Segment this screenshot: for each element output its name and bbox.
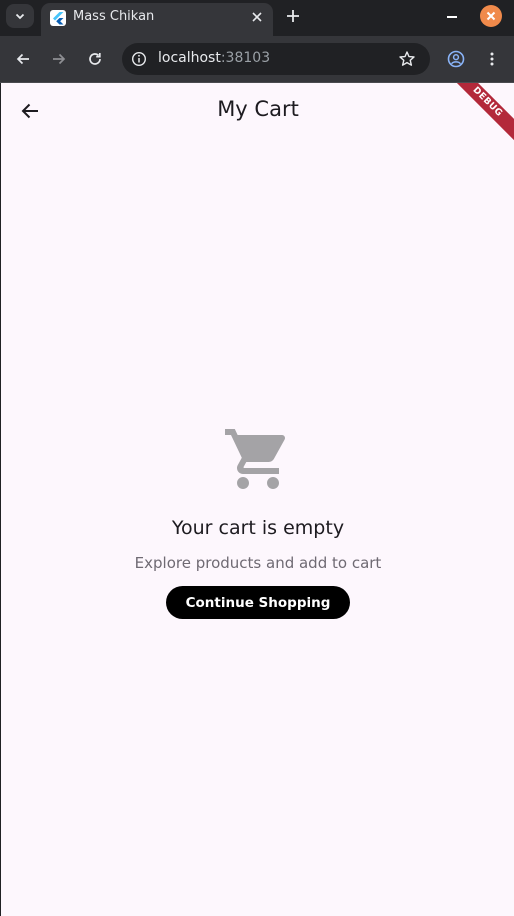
app-bar: My Cart <box>1 83 514 139</box>
address-bar[interactable]: localhost:38103 <box>122 43 430 75</box>
close-icon <box>486 11 496 21</box>
url-host: localhost <box>158 50 221 66</box>
empty-cart-state: Your cart is empty Explore products and … <box>1 423 514 619</box>
page-title: My Cart <box>217 97 299 121</box>
minimize-window-icon[interactable] <box>443 6 461 26</box>
new-tab-plus-icon[interactable] <box>283 6 303 26</box>
tab-search-button[interactable] <box>6 4 34 28</box>
continue-shopping-button[interactable]: Continue Shopping <box>166 586 350 619</box>
browser-tab[interactable]: Mass Chikan <box>41 3 273 36</box>
empty-cart-title: Your cart is empty <box>171 517 345 539</box>
profile-icon <box>447 50 465 68</box>
flutter-favicon-icon <box>50 10 66 26</box>
forward-nav-button[interactable] <box>48 48 70 70</box>
app-viewport: My Cart DEBUG Your cart is empty Explore… <box>0 83 514 916</box>
empty-cart-subtitle: Explore products and add to cart <box>134 554 382 572</box>
back-nav-button[interactable] <box>12 48 34 70</box>
url-port: :38103 <box>220 50 271 66</box>
tab-title: Mass Chikan <box>73 9 155 24</box>
browser-toolbar: localhost:38103 <box>0 36 514 82</box>
url-text: localhost:38103 <box>158 50 270 66</box>
site-info-icon[interactable] <box>131 51 147 67</box>
close-window-button[interactable] <box>480 5 502 27</box>
reload-icon <box>89 53 101 65</box>
arrow-right-icon <box>53 53 66 65</box>
close-tab-icon[interactable] <box>249 9 265 25</box>
chevron-down-icon <box>15 13 25 20</box>
browser-menu-button[interactable] <box>481 48 503 70</box>
profile-button[interactable] <box>445 48 467 70</box>
more-vertical-icon <box>490 52 494 66</box>
arrow-left-icon <box>16 53 29 65</box>
bookmark-star-icon[interactable] <box>398 50 416 68</box>
shopping-cart-icon <box>225 429 286 489</box>
browser-tabstrip: Mass Chikan <box>0 0 514 36</box>
reload-button[interactable] <box>84 48 106 70</box>
